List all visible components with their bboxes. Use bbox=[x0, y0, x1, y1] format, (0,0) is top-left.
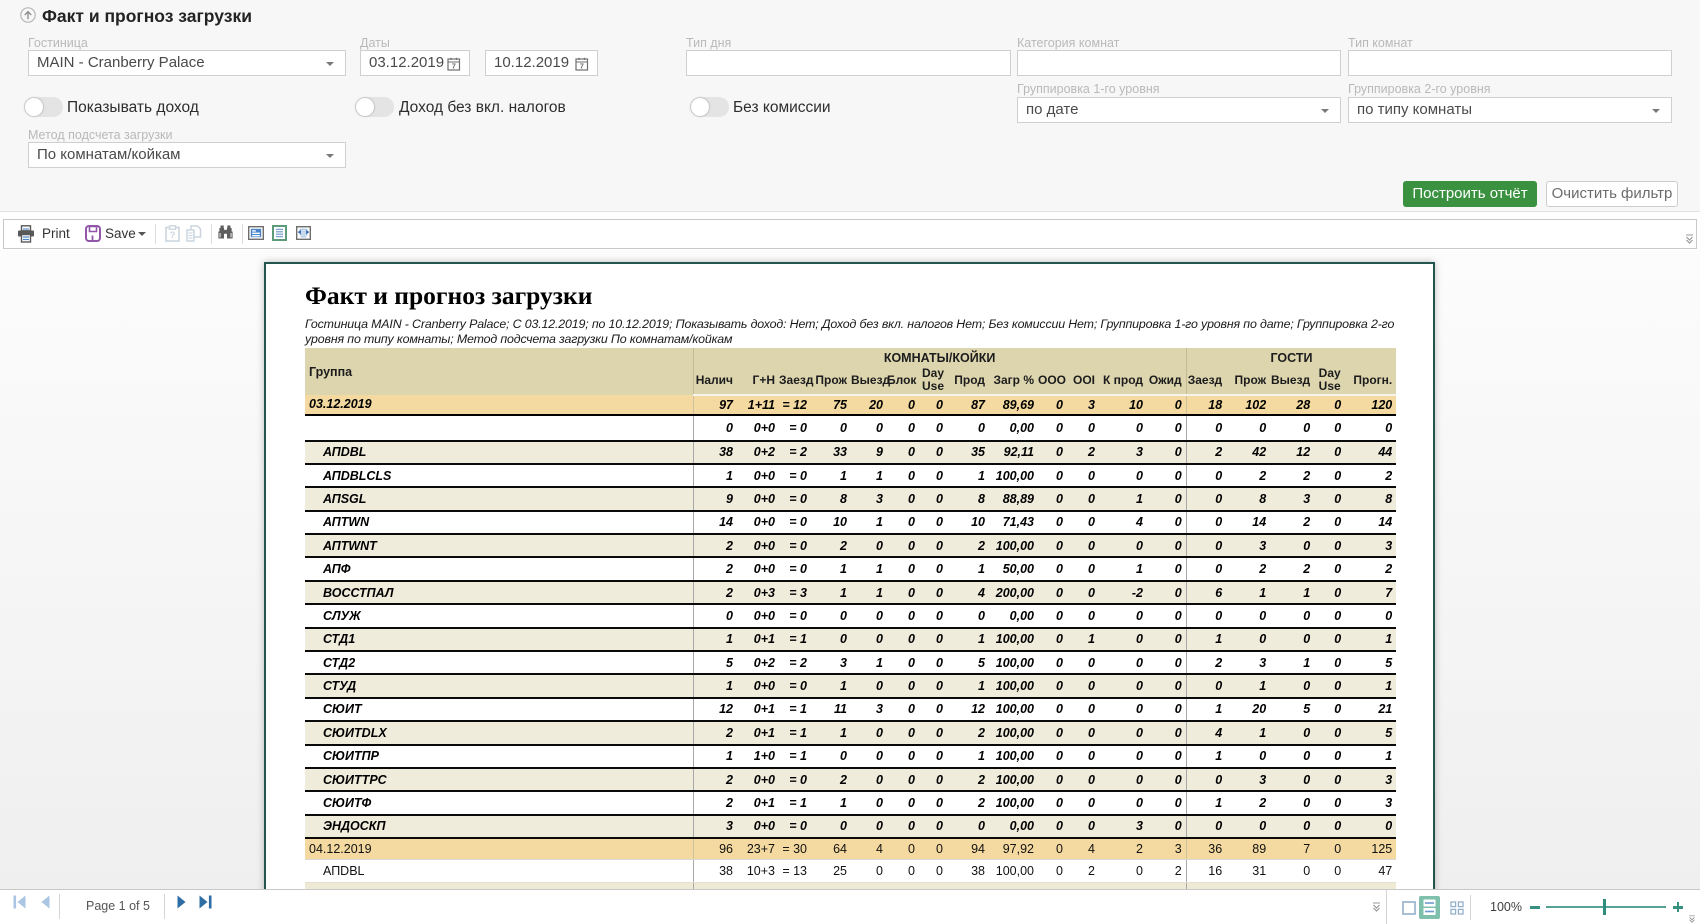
svg-text:?: ? bbox=[170, 230, 176, 240]
svg-text:7: 7 bbox=[580, 62, 584, 71]
svg-text:7: 7 bbox=[452, 62, 456, 71]
